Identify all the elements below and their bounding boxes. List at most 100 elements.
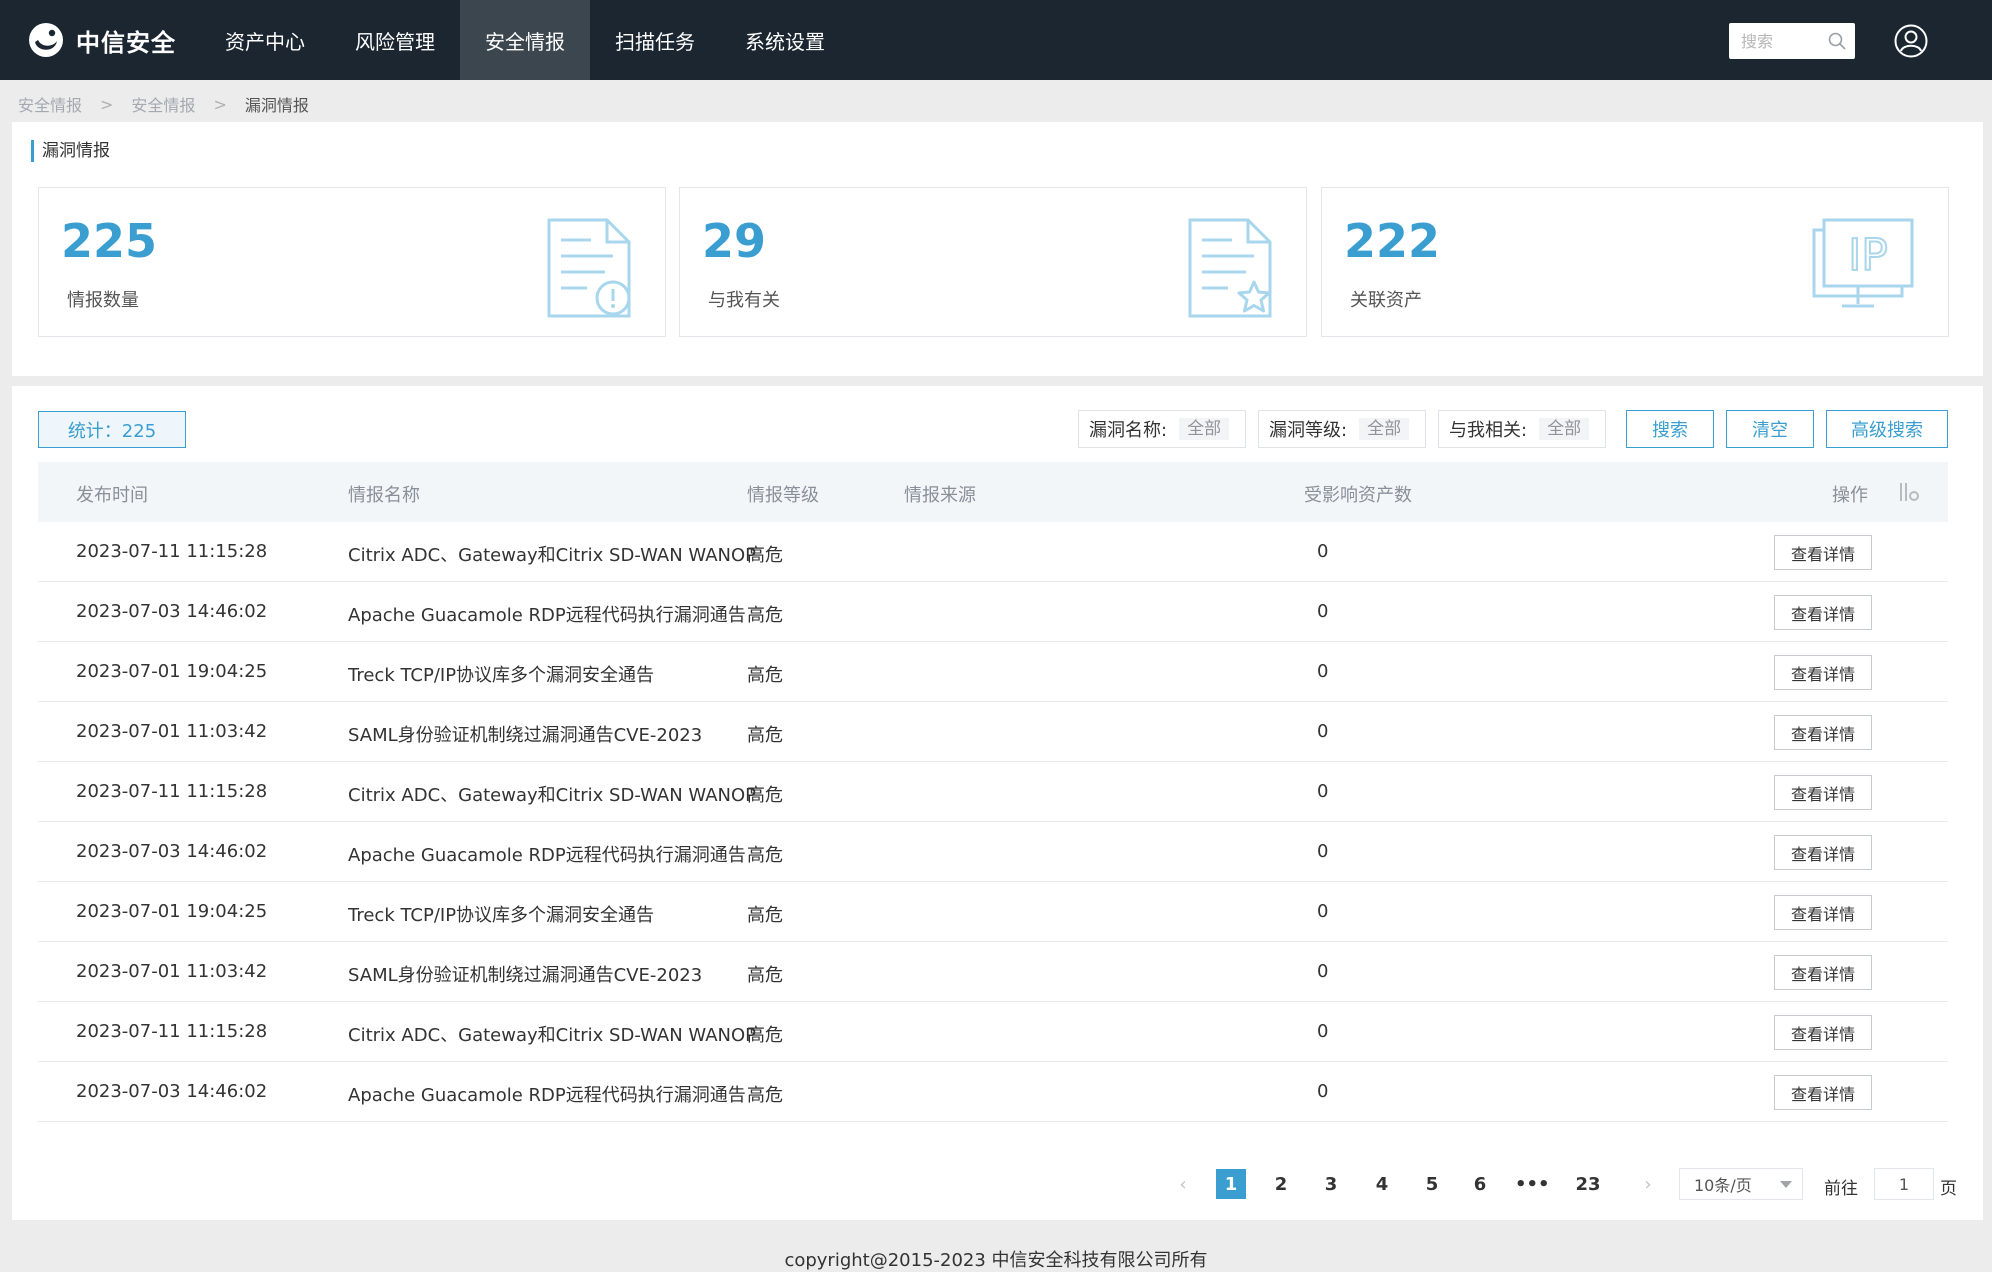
- nav-item-asset-center[interactable]: 资产中心: [200, 0, 330, 80]
- document-star-icon: [1188, 218, 1272, 318]
- search-icon[interactable]: [1827, 31, 1847, 51]
- stat-card-related-to-me[interactable]: 29 与我有关: [679, 187, 1307, 337]
- cell-name: SAML身份验证机制绕过漏洞通告CVE-2023: [348, 725, 703, 746]
- prev-page-button[interactable]: ‹: [1168, 1169, 1198, 1199]
- page-size-select[interactable]: 10条/页: [1679, 1168, 1803, 1200]
- app-logo[interactable]: 中信安全: [28, 22, 176, 58]
- breadcrumb-item[interactable]: 安全情报: [18, 92, 82, 116]
- cell-level: 高危: [747, 845, 783, 866]
- page-size-value: 10条/页: [1694, 1176, 1752, 1195]
- cell-affected-assets: 0: [1317, 961, 1329, 982]
- cell-level: 高危: [747, 1085, 783, 1106]
- view-details-button[interactable]: 查看详情: [1774, 715, 1872, 750]
- page-button-3[interactable]: 3: [1316, 1169, 1346, 1199]
- cell-affected-assets: 0: [1317, 1081, 1329, 1102]
- table-row: 2023-07-03 14:46:02 Apache Guacamole RDP远…: [38, 822, 1948, 882]
- next-page-button[interactable]: ›: [1633, 1169, 1663, 1199]
- goto-label: 前往: [1824, 1179, 1858, 1199]
- table-row: 2023-07-11 11:15:28 Citrix ADC、Gateway和Ci…: [38, 522, 1948, 582]
- page-button-4[interactable]: 4: [1367, 1169, 1397, 1199]
- search-button[interactable]: 搜索: [1626, 410, 1714, 448]
- page-button-1[interactable]: 1: [1216, 1169, 1246, 1199]
- page-button-5[interactable]: 5: [1417, 1169, 1447, 1199]
- logo-icon: [29, 23, 63, 57]
- chevron-right-icon: >: [100, 94, 114, 114]
- user-avatar-icon[interactable]: [1894, 24, 1928, 58]
- global-search-input[interactable]: [1729, 23, 1825, 59]
- filter-value[interactable]: 全部: [1359, 418, 1410, 440]
- breadcrumb-item[interactable]: 安全情报: [131, 92, 195, 116]
- column-header-time[interactable]: 发布时间: [76, 481, 148, 507]
- view-details-button[interactable]: 查看详情: [1774, 835, 1872, 870]
- cell-level: 高危: [747, 605, 783, 626]
- column-header-level[interactable]: 情报等级: [747, 481, 819, 507]
- cell-time: 2023-07-01 19:04:25: [76, 661, 268, 682]
- filter-value[interactable]: 全部: [1539, 418, 1590, 440]
- footer-copyright: copyright@2015-2023 中信安全科技有限公司所有: [784, 1250, 1208, 1271]
- stat-label: 关联资产: [1350, 290, 1422, 311]
- cell-name: Apache Guacamole RDP远程代码执行漏洞通告: [348, 845, 746, 866]
- pagination: ‹ 1 2 3 4 5 6 ••• 23 › 10条/页 前往 页: [12, 1162, 1983, 1202]
- cell-affected-assets: 0: [1317, 541, 1329, 562]
- view-details-button[interactable]: 查看详情: [1774, 895, 1872, 930]
- document-alert-icon: [547, 218, 631, 318]
- goto-page-input[interactable]: [1874, 1168, 1934, 1200]
- breadcrumb-current: 漏洞情报: [244, 96, 309, 115]
- chevron-right-icon: >: [213, 94, 227, 114]
- nav-item-security-intel[interactable]: 安全情报: [460, 0, 590, 80]
- cell-time: 2023-07-03 14:46:02: [76, 1081, 268, 1102]
- cell-name: Apache Guacamole RDP远程代码执行漏洞通告: [348, 1085, 746, 1106]
- ip-monitor-icon: IP: [1812, 218, 1914, 308]
- page-ellipsis[interactable]: •••: [1515, 1169, 1550, 1199]
- filter-label: 漏洞名称:: [1089, 420, 1168, 441]
- global-search: [1729, 23, 1855, 59]
- cell-time: 2023-07-03 14:46:02: [76, 841, 268, 862]
- stat-label: 情报数量: [67, 290, 139, 311]
- cell-affected-assets: 0: [1317, 661, 1329, 682]
- page-button-6[interactable]: 6: [1465, 1169, 1495, 1199]
- view-details-button[interactable]: 查看详情: [1774, 535, 1872, 570]
- filter-vuln-level[interactable]: 漏洞等级: 全部: [1258, 410, 1426, 448]
- view-details-button[interactable]: 查看详情: [1774, 1075, 1872, 1110]
- cell-level: 高危: [747, 725, 783, 746]
- nav-item-risk-management[interactable]: 风险管理: [330, 0, 460, 80]
- view-details-button[interactable]: 查看详情: [1774, 775, 1872, 810]
- nav-item-system-settings[interactable]: 系统设置: [720, 0, 850, 80]
- filter-vuln-name[interactable]: 漏洞名称: 全部: [1078, 410, 1246, 448]
- table-body: 2023-07-11 11:15:28 Citrix ADC、Gateway和Ci…: [38, 522, 1948, 1122]
- page-button-23[interactable]: 23: [1566, 1169, 1610, 1199]
- table-row: 2023-07-01 19:04:25 Treck TCP/IP协议库多个漏洞安全…: [38, 642, 1948, 702]
- view-details-button[interactable]: 查看详情: [1774, 1015, 1872, 1050]
- cell-time: 2023-07-11 11:15:28: [76, 781, 268, 802]
- cell-affected-assets: 0: [1317, 781, 1329, 802]
- nav-item-scan-tasks[interactable]: 扫描任务: [590, 0, 720, 80]
- column-settings-icon[interactable]: [1898, 482, 1920, 502]
- advanced-search-button[interactable]: 高级搜索: [1826, 410, 1948, 448]
- view-details-button[interactable]: 查看详情: [1774, 955, 1872, 990]
- cell-affected-assets: 0: [1317, 1021, 1329, 1042]
- cell-affected-assets: 0: [1317, 901, 1329, 922]
- cell-time: 2023-07-11 11:15:28: [76, 1021, 268, 1042]
- intel-list-panel: 统计：225 漏洞名称: 全部 漏洞等级: 全部 与我相关: 全部 搜索 清空 …: [12, 386, 1983, 1220]
- stat-card-intel-count[interactable]: 225 情报数量: [38, 187, 666, 337]
- stat-card-related-assets[interactable]: 222 关联资产 IP: [1321, 187, 1949, 337]
- intel-table: 发布时间 情报名称 情报等级 情报来源 受影响资产数 操作 2023-07-11…: [38, 462, 1948, 1122]
- column-header-name[interactable]: 情报名称: [348, 481, 420, 507]
- cell-level: 高危: [747, 965, 783, 986]
- cell-name: Citrix ADC、Gateway和Citrix SD-WAN WANOP: [348, 545, 757, 566]
- view-details-button[interactable]: 查看详情: [1774, 655, 1872, 690]
- clear-button[interactable]: 清空: [1726, 410, 1814, 448]
- table-row: 2023-07-03 14:46:02 Apache Guacamole RDP远…: [38, 582, 1948, 642]
- summary-panel: 漏洞情报 225 情报数量 29 与我有关 222 关联资产 IP: [12, 122, 1983, 376]
- column-header-affected-assets[interactable]: 受影响资产数: [1304, 481, 1412, 507]
- view-details-button[interactable]: 查看详情: [1774, 595, 1872, 630]
- column-header-actions: 操作: [1832, 485, 1868, 506]
- svg-text:IP: IP: [1848, 230, 1888, 281]
- top-navigation-bar: 中信安全 资产中心 风险管理 安全情报 扫描任务 系统设置: [0, 0, 1992, 80]
- cell-name: Treck TCP/IP协议库多个漏洞安全通告: [348, 665, 655, 686]
- filter-value[interactable]: 全部: [1179, 418, 1230, 440]
- page-button-2[interactable]: 2: [1266, 1169, 1296, 1199]
- filter-related-to-me[interactable]: 与我相关: 全部: [1438, 410, 1606, 448]
- stat-value: 29: [702, 214, 767, 268]
- column-header-source[interactable]: 情报来源: [904, 481, 976, 507]
